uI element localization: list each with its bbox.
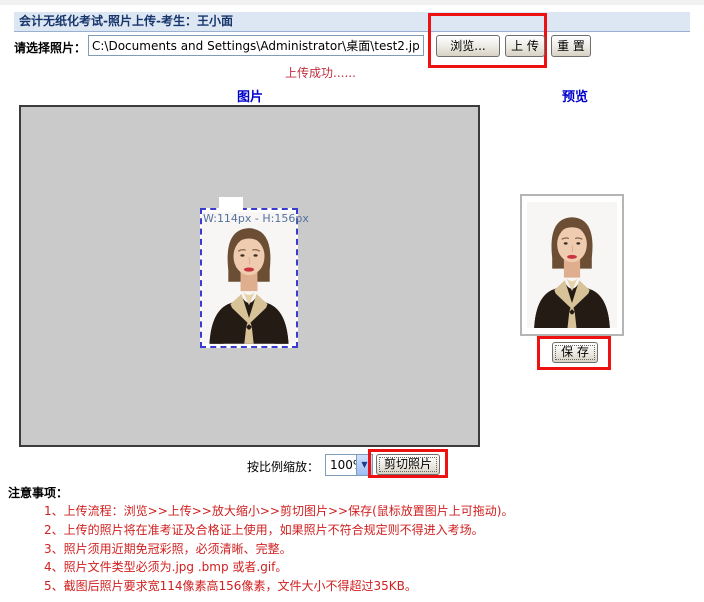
note-line-5: 5、截图后照片要求宽114像素高156像素，文件大小不得超过35KB。 (44, 577, 417, 594)
image-section-label: 图片 (237, 86, 263, 105)
upload-status: 上传成功...... (285, 64, 356, 81)
notes-title: 注意事项： (8, 484, 68, 501)
preview-photo-box (520, 194, 624, 336)
page-title: 会计无纸化考试-照片上传-考生：王小面 (14, 12, 690, 32)
crop-photo-button[interactable]: 剪切照片 (376, 454, 440, 475)
zoom-select[interactable]: 100% ▼ (325, 454, 373, 476)
selection-handle[interactable] (219, 197, 243, 212)
note-line-3: 3、照片须用近期免冠彩照，必须清晰、完整。 (44, 540, 292, 557)
note-line-1: 1、上传流程：浏览>>上传>>放大缩小>>剪切图片>>保存(鼠标放置图片上可拖动… (44, 502, 513, 519)
top-strip (0, 0, 704, 5)
file-path-input[interactable] (88, 35, 424, 56)
note-line-2: 2、上传的照片将在准考证及合格证上使用，如果照片不符合规定则不得进入考场。 (44, 521, 484, 538)
save-button[interactable]: 保 存 (552, 342, 598, 363)
upload-button[interactable]: 上 传 (505, 35, 545, 57)
selection-dimensions: W:114px - H:156px (203, 212, 309, 225)
photo-upload-page: 会计无纸化考试-照片上传-考生：王小面 请选择照片： 浏览... 上 传 重 置… (0, 0, 704, 602)
crop-selection[interactable] (200, 208, 298, 348)
file-select-label: 请选择照片： (14, 39, 86, 56)
preview-section-label: 预览 (562, 86, 588, 105)
note-line-4: 4、照片文件类型必须为.jpg .bmp 或者.gif。 (44, 558, 287, 575)
zoom-scale-label: 按比例缩放： (247, 458, 319, 475)
portrait-photo (202, 210, 296, 346)
reset-button[interactable]: 重 置 (551, 35, 591, 57)
preview-portrait-photo (527, 201, 617, 329)
browse-button[interactable]: 浏览... (436, 35, 500, 57)
